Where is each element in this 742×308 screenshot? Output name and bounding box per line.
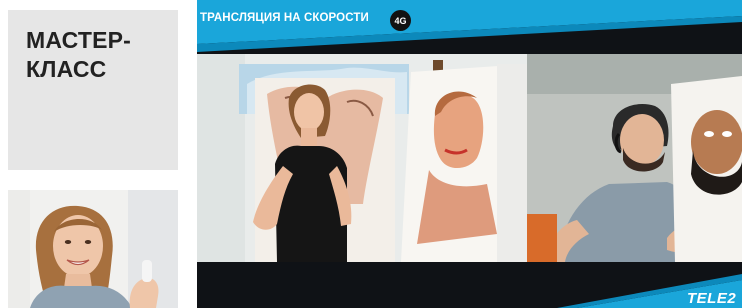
- page-title: МАСТЕР- КЛАСС: [26, 26, 178, 84]
- 4g-badge-icon: 4G: [390, 10, 411, 31]
- video-frame[interactable]: [197, 54, 742, 262]
- title-line-2: КЛАСС: [26, 56, 107, 82]
- broadcast-label: ТРАНСЛЯЦИЯ НА СКОРОСТИ: [200, 12, 369, 24]
- thumbnail-image[interactable]: [8, 190, 178, 308]
- title-line-1: МАСТЕР-: [26, 27, 132, 53]
- video-scene: [197, 54, 742, 262]
- banner-top-strip: ТРАНСЛЯЦИЯ НА СКОРОСТИ 4G: [197, 0, 742, 54]
- banner-top-graphic: [197, 0, 742, 54]
- masterclass-title-card[interactable]: МАСТЕР- КЛАСС: [8, 10, 178, 170]
- broadcast-hero[interactable]: ТРАНСЛЯЦИЯ НА СКОРОСТИ 4G TELE2: [197, 0, 742, 308]
- banner-bottom-strip: [197, 262, 742, 308]
- tele2-logo: TELE2: [687, 290, 737, 307]
- thumbnail-illustration: [8, 190, 178, 308]
- banner-bottom-graphic: [197, 262, 742, 308]
